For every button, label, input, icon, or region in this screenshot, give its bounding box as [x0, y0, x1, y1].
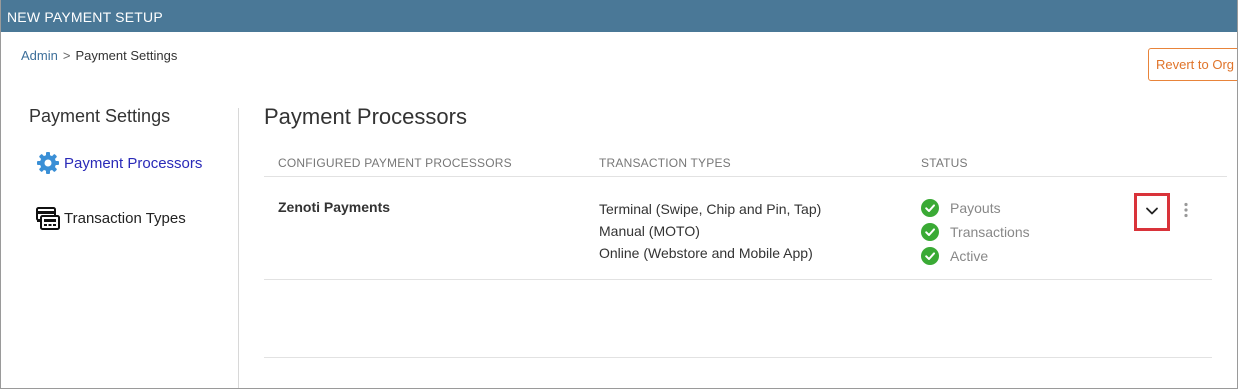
status-item-payouts: Payouts: [921, 196, 1030, 220]
sidebar-item-label: Transaction Types: [64, 209, 186, 227]
processor-name: Zenoti Payments: [278, 199, 391, 215]
transaction-type-item: Terminal (Swipe, Chip and Pin, Tap): [599, 201, 822, 217]
sidebar-item-payment-processors[interactable]: Payment Processors: [35, 150, 202, 176]
table-header-divider: [264, 176, 1227, 177]
vertical-dots-icon: [1184, 202, 1188, 223]
check-circle-icon: [921, 223, 939, 241]
status-label: Payouts: [950, 200, 1001, 216]
chevron-down-icon: [1145, 203, 1159, 221]
breadcrumb-separator: >: [62, 48, 71, 63]
column-header-status: STATUS: [921, 156, 968, 170]
status-label: Transactions: [950, 224, 1030, 240]
more-options-button[interactable]: [1178, 202, 1194, 222]
gear-icon: [35, 150, 61, 176]
status-label: Active: [950, 248, 989, 264]
table-bottom-divider: [264, 357, 1212, 358]
column-header-transaction-types: TRANSACTION TYPES: [599, 156, 731, 170]
breadcrumb-admin-link[interactable]: Admin: [21, 48, 58, 63]
page-title: Payment Processors: [264, 104, 467, 129]
sidebar-divider: [238, 108, 239, 388]
breadcrumb: Admin > Payment Settings: [21, 48, 177, 63]
app-frame: NEW PAYMENT SETUP Admin > Payment Settings…: [0, 0, 1238, 389]
status-item-active: Active: [921, 244, 1030, 268]
check-circle-icon: [921, 247, 939, 265]
sidebar-item-label: Payment Processors: [64, 154, 203, 172]
expand-row-button[interactable]: [1134, 193, 1170, 231]
check-circle-icon: [921, 199, 939, 217]
breadcrumb-current: Payment Settings: [75, 48, 178, 63]
transaction-types-list: Terminal (Swipe, Chip and Pin, Tap) Manu…: [599, 198, 821, 264]
window-titlebar: NEW PAYMENT SETUP: [1, 0, 1237, 32]
revert-to-org-settings-button[interactable]: Revert to Org Settings: [1148, 48, 1237, 81]
sidebar-item-transaction-types[interactable]: Transaction Types: [35, 205, 186, 231]
transaction-type-item: Online (Webstore and Mobile App): [599, 245, 813, 261]
status-list: Payouts Transactions Active: [921, 196, 1030, 268]
column-header-processors: CONFIGURED PAYMENT PROCESSORS: [278, 156, 512, 170]
status-item-transactions: Transactions: [921, 220, 1030, 244]
sidebar-title: Payment Settings: [29, 106, 171, 126]
card-terminal-icon: [35, 205, 61, 231]
table-row-divider: [264, 279, 1212, 280]
transaction-type-item: Manual (MOTO): [599, 223, 700, 239]
window-title: NEW PAYMENT SETUP: [7, 9, 163, 25]
